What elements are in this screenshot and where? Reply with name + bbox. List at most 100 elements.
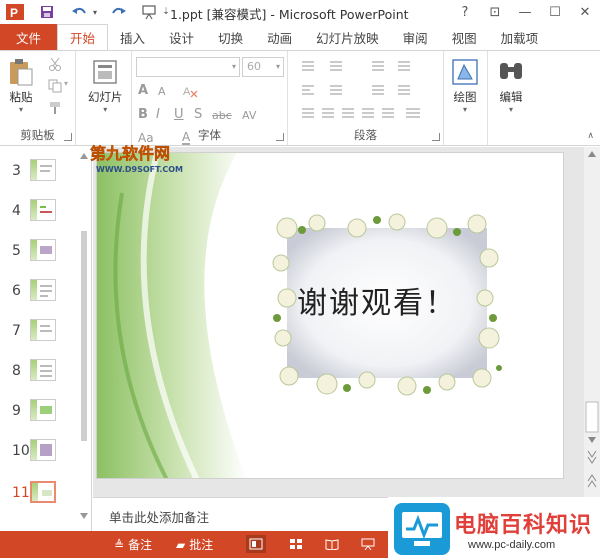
slide-editing-area: 谢谢观看！ bbox=[93, 147, 600, 497]
tab-animations[interactable]: 动画 bbox=[255, 24, 304, 50]
notes-toggle-label: 备注 bbox=[128, 538, 153, 552]
increase-font-icon[interactable]: A bbox=[138, 83, 148, 98]
d9soft-watermark-logo: 第九软件网 WWW.D9SOFT.COM bbox=[90, 144, 183, 174]
paragraph-launcher-icon[interactable] bbox=[432, 133, 440, 141]
window-title: 1.ppt [兼容模式] - Microsoft PowerPoint bbox=[170, 7, 409, 22]
watermark-bottom-text: 电脑百科知识 bbox=[454, 513, 593, 538]
watermark-bottom-url: www.pc-daily.com bbox=[468, 539, 556, 551]
normal-view-button[interactable] bbox=[246, 535, 266, 553]
comment-icon: ▰ bbox=[176, 537, 186, 552]
tab-review[interactable]: 审阅 bbox=[391, 24, 440, 50]
reading-view-button[interactable] bbox=[322, 535, 342, 553]
slide-number: 5 bbox=[12, 243, 21, 259]
maximize-button[interactable]: ☐ bbox=[540, 0, 570, 24]
new-slide-button[interactable]: 幻灯片 ▾ bbox=[88, 57, 123, 114]
font-size-combo[interactable]: 60 ▾ bbox=[242, 57, 284, 77]
slide-number: 6 bbox=[12, 283, 21, 299]
save-icon[interactable] bbox=[36, 1, 58, 23]
thumbnails-scrollbar[interactable] bbox=[78, 151, 90, 521]
drawing-button[interactable]: 绘图 ▾ bbox=[450, 57, 480, 114]
slide-number: 10 bbox=[12, 443, 30, 459]
notes-icon: ≜ bbox=[114, 537, 125, 552]
clipboard-launcher-icon[interactable] bbox=[64, 133, 72, 141]
current-slide[interactable]: 谢谢观看！ bbox=[96, 152, 564, 479]
tab-transitions[interactable]: 切换 bbox=[206, 24, 255, 50]
slide-number: 4 bbox=[12, 203, 21, 219]
editing-group: 编辑 ▾ bbox=[488, 51, 536, 145]
decrease-font-icon[interactable]: A bbox=[158, 85, 166, 98]
tab-insert[interactable]: 插入 bbox=[108, 24, 157, 50]
slide-title-text[interactable]: 谢谢观看！ bbox=[297, 278, 457, 322]
minimize-button[interactable]: — bbox=[510, 0, 540, 24]
editing-button[interactable]: 编辑 ▾ bbox=[496, 57, 526, 114]
new-slide-icon bbox=[93, 60, 117, 84]
slide-number: 7 bbox=[12, 323, 21, 339]
format-painter-icon[interactable] bbox=[48, 101, 62, 115]
slide-thumbnails-pane: 3 4 5 6 7 8 9 10 11 bbox=[0, 147, 92, 531]
tab-home[interactable]: 开始 bbox=[57, 24, 109, 50]
paste-label: 粘贴 bbox=[9, 90, 33, 104]
font-group-label: 字体 bbox=[198, 128, 221, 142]
new-slide-label: 幻灯片 bbox=[88, 90, 123, 104]
slide-preview bbox=[30, 279, 56, 301]
paragraph-tools-icon[interactable] bbox=[298, 59, 428, 129]
notes-placeholder: 单击此处添加备注 bbox=[109, 510, 210, 525]
pc-daily-watermark: 电脑百科知识 www.pc-daily.com bbox=[388, 497, 600, 558]
redo-icon[interactable] bbox=[108, 1, 130, 23]
reading-view-icon bbox=[325, 539, 339, 550]
cut-icon[interactable] bbox=[48, 57, 62, 71]
slide-number: 8 bbox=[12, 363, 21, 379]
paste-button[interactable]: 粘贴 ▾ bbox=[6, 57, 36, 114]
svg-text:P: P bbox=[10, 6, 18, 20]
binoculars-icon bbox=[500, 63, 522, 79]
editing-label: 编辑 bbox=[499, 90, 523, 104]
copy-icon[interactable] bbox=[48, 79, 62, 93]
notes-toggle[interactable]: ≜ 备注 bbox=[114, 536, 152, 553]
slide-preview bbox=[30, 439, 56, 461]
close-button[interactable]: ✕ bbox=[570, 0, 600, 24]
strikethrough-button[interactable]: abc bbox=[212, 109, 232, 122]
slide-preview bbox=[30, 359, 56, 381]
slide-preview bbox=[30, 319, 56, 341]
slide-number: 9 bbox=[12, 403, 21, 419]
tab-addins[interactable]: 加载项 bbox=[489, 24, 551, 50]
slide-preview bbox=[30, 199, 56, 221]
clear-formatting-icon[interactable]: A bbox=[182, 83, 198, 99]
font-launcher-icon[interactable] bbox=[276, 133, 284, 141]
clipboard-group: 粘贴 ▾ ▾ 剪贴板 bbox=[0, 51, 76, 145]
underline-button[interactable]: U bbox=[174, 107, 184, 122]
comments-toggle[interactable]: ▰ 批注 bbox=[176, 536, 213, 553]
ribbon-display-options-icon[interactable]: ⊡ bbox=[480, 0, 510, 24]
watermark-top-url: WWW.D9SOFT.COM bbox=[96, 165, 183, 174]
tab-slideshow[interactable]: 幻灯片放映 bbox=[304, 24, 391, 50]
undo-icon[interactable] bbox=[68, 1, 90, 23]
help-button[interactable]: ? bbox=[450, 0, 480, 24]
start-slideshow-icon[interactable] bbox=[138, 1, 160, 23]
drawing-label: 绘图 bbox=[453, 90, 477, 104]
tab-file[interactable]: 文件 bbox=[0, 24, 58, 50]
character-spacing-button[interactable]: AV bbox=[242, 109, 256, 122]
drawing-group: 绘图 ▾ bbox=[444, 51, 488, 145]
ribbon: 粘贴 ▾ ▾ 剪贴板 幻灯片 ▾ ▾ 60 ▾ A A A B I U S ab… bbox=[0, 50, 600, 146]
italic-button[interactable]: I bbox=[156, 107, 160, 122]
slide-scrollbar[interactable] bbox=[584, 147, 600, 497]
slideshow-icon bbox=[361, 538, 375, 550]
collapse-ribbon-icon[interactable]: ∧ bbox=[587, 131, 594, 141]
shadow-button[interactable]: S bbox=[194, 107, 202, 122]
paragraph-group-label: 段落 bbox=[354, 128, 377, 142]
powerpoint-logo-icon[interactable]: P bbox=[6, 3, 24, 21]
slideshow-view-button[interactable] bbox=[358, 535, 378, 553]
slide-sorter-icon bbox=[290, 539, 302, 549]
slides-group: 幻灯片 ▾ bbox=[76, 51, 132, 145]
tab-design[interactable]: 设计 bbox=[157, 24, 206, 50]
slide-sorter-button[interactable] bbox=[286, 535, 306, 553]
bold-button[interactable]: B bbox=[138, 107, 148, 122]
slide-preview bbox=[30, 399, 56, 421]
undo-dropdown-icon[interactable]: ▾ bbox=[90, 1, 100, 23]
shapes-icon bbox=[452, 59, 478, 85]
font-name-combo[interactable]: ▾ bbox=[136, 57, 240, 77]
tab-view[interactable]: 视图 bbox=[440, 24, 489, 50]
watermark-top-text: 第九软件网 bbox=[90, 144, 170, 163]
paragraph-group: 段落 bbox=[288, 51, 444, 145]
slide-number: 3 bbox=[12, 163, 21, 179]
